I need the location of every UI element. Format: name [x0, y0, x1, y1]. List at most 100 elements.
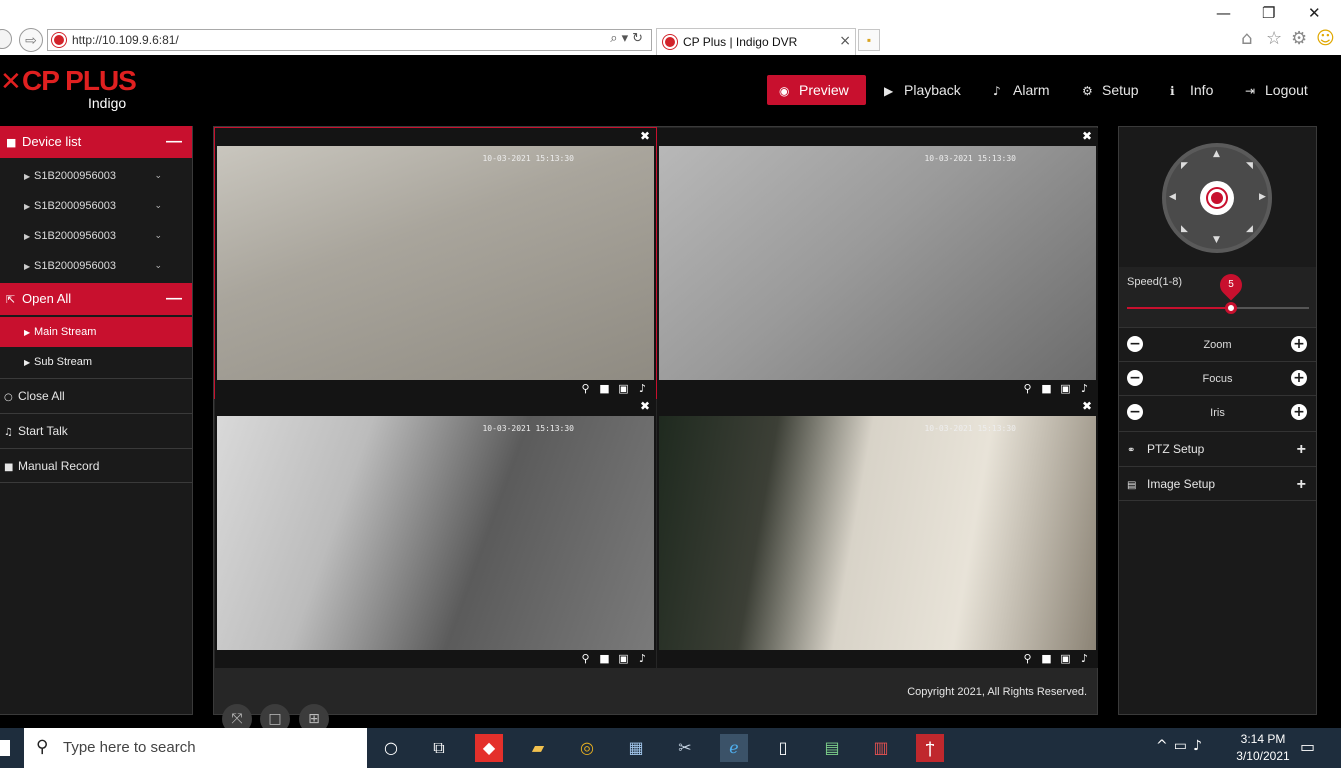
new-tab-button[interactable]: ▪	[858, 29, 880, 51]
anydesk-icon[interactable]: ◆	[475, 734, 503, 762]
start-talk-button[interactable]: ♫ Start Talk	[0, 413, 192, 448]
nav-playback[interactable]: ▶ Playback	[872, 75, 973, 105]
device-item[interactable]: ▶ S1B2000956003 ⌄	[0, 191, 192, 221]
device-item[interactable]: ▶ S1B2000956003 ⌄	[0, 161, 192, 191]
iris-minus-button[interactable]: −	[1127, 404, 1143, 420]
nav-info[interactable]: ℹ Info	[1158, 75, 1225, 105]
snapshot-icon[interactable]: ▣	[1056, 650, 1075, 668]
video-cell[interactable]: ✖ 10-03-2021 15:13:30 ⚲ ■ ▣ ♪	[215, 398, 656, 668]
collapse-icon[interactable]: —	[166, 283, 182, 315]
speed-slider-handle[interactable]	[1225, 302, 1237, 314]
camera-feed[interactable]: 10-03-2021 15:13:30	[659, 416, 1096, 650]
device-item[interactable]: ▶ S1B2000956003 ⌄	[0, 221, 192, 251]
iris-plus-button[interactable]: +	[1291, 404, 1307, 420]
video-cell[interactable]: ✖ 10-03-2021 15:13:30 ⚲ ■ ▣ ♪	[657, 128, 1098, 398]
tally-app-icon[interactable]: ϯ	[916, 734, 944, 762]
forward-button[interactable]: ⇨	[19, 28, 43, 52]
speed-slider[interactable]: 5	[1127, 269, 1309, 314]
close-all-button[interactable]: ○ Close All	[0, 378, 192, 413]
zoom-icon[interactable]: ⚲	[1018, 380, 1037, 398]
ptz-center-button[interactable]	[1200, 181, 1234, 215]
home-icon[interactable]: ⌂	[1241, 28, 1252, 49]
system-tray-icons[interactable]: ^▭♪	[1156, 738, 1208, 754]
camera-feed[interactable]: 10-03-2021 15:13:30	[217, 146, 654, 380]
close-video-icon[interactable]: ✖	[640, 129, 650, 143]
pan-down-icon[interactable]: ▼	[1213, 235, 1220, 245]
clock-date[interactable]: 3/10/2021	[1228, 749, 1298, 763]
close-window-button[interactable]: ✕	[1308, 4, 1321, 22]
close-video-icon[interactable]: ✖	[1082, 399, 1092, 413]
video-cell[interactable]: ✖ 10-03-2021 15:13:30 ⚲ ■ ▣ ♪	[657, 398, 1098, 668]
internet-explorer-icon[interactable]: ℯ	[720, 734, 748, 762]
chevron-down-icon[interactable]: ⌄	[154, 251, 162, 281]
record-icon[interactable]: ■	[595, 380, 614, 398]
pan-up-icon[interactable]: ▲	[1213, 149, 1220, 159]
pan-up-right-icon[interactable]: ◥	[1246, 161, 1253, 171]
cortana-icon[interactable]: ○	[377, 734, 405, 762]
audio-icon[interactable]: ♪	[1075, 380, 1094, 398]
close-video-icon[interactable]: ✖	[1082, 129, 1092, 143]
ptz-direction-dial[interactable]: ▲ ▼ ◀ ▶ ◤ ◥ ◣ ◢	[1162, 143, 1272, 253]
image-setup-section[interactable]: ▤ Image Setup +	[1119, 466, 1316, 501]
zoom-icon[interactable]: ⚲	[576, 650, 595, 668]
restore-button[interactable]: ❐	[1262, 4, 1275, 22]
smiley-feedback-icon[interactable]: ☺	[1316, 28, 1335, 49]
zoom-icon[interactable]: ⚲	[1018, 650, 1037, 668]
file-explorer-icon[interactable]: ▰	[524, 734, 552, 762]
close-video-icon[interactable]: ✖	[640, 399, 650, 413]
notifications-icon[interactable]: ▭	[1300, 737, 1315, 756]
audio-icon[interactable]: ♪	[1075, 650, 1094, 668]
manual-record-button[interactable]: ■ Manual Record	[0, 448, 192, 483]
task-view-icon[interactable]: ⧉	[425, 734, 453, 762]
record-icon[interactable]: ■	[1037, 380, 1056, 398]
tab-close-icon[interactable]: ×	[839, 33, 851, 49]
pan-down-right-icon[interactable]: ◢	[1246, 224, 1253, 234]
chevron-down-icon[interactable]: ⌄	[154, 221, 162, 251]
zoom-in-button[interactable]: +	[1291, 336, 1307, 352]
address-bar[interactable]: http://10.109.9.6:81/ ⌕▾↻	[47, 29, 652, 51]
search-refresh-icon[interactable]: ⌕▾↻	[610, 31, 647, 46]
back-button[interactable]	[0, 29, 12, 49]
focus-minus-button[interactable]: −	[1127, 370, 1143, 386]
zoom-out-button[interactable]: −	[1127, 336, 1143, 352]
nav-alarm[interactable]: ♪ Alarm	[981, 75, 1062, 105]
spreadsheet-icon[interactable]: ▤	[818, 734, 846, 762]
expand-icon[interactable]: +	[1297, 432, 1306, 467]
browser-tab[interactable]: CP Plus | Indigo DVR ×	[656, 28, 856, 55]
snipping-tool-icon[interactable]: ✂	[671, 734, 699, 762]
notepad-icon[interactable]: ▯	[769, 734, 797, 762]
settings-gear-icon[interactable]: ⚙	[1291, 28, 1307, 49]
main-stream-item[interactable]: ▶ Main Stream	[0, 317, 192, 347]
network-app-icon[interactable]: ▦	[622, 734, 650, 762]
snapshot-icon[interactable]: ▣	[1056, 380, 1075, 398]
pan-down-left-icon[interactable]: ◣	[1181, 224, 1188, 234]
start-button[interactable]	[0, 740, 10, 756]
zoom-icon[interactable]: ⚲	[576, 380, 595, 398]
device-item[interactable]: ▶ S1B2000956003 ⌄	[0, 251, 192, 281]
archive-icon[interactable]: ▥	[867, 734, 895, 762]
ptz-setup-section[interactable]: ⚭ PTZ Setup +	[1119, 431, 1316, 466]
record-icon[interactable]: ■	[1037, 650, 1056, 668]
device-list-header[interactable]: ■ Device list —	[0, 126, 192, 158]
open-all-header[interactable]: ⇱ Open All —	[0, 283, 192, 315]
pan-up-left-icon[interactable]: ◤	[1181, 161, 1188, 171]
focus-plus-button[interactable]: +	[1291, 370, 1307, 386]
nav-logout[interactable]: ⇥ Logout	[1233, 75, 1320, 105]
sub-stream-item[interactable]: ▶ Sub Stream	[0, 347, 192, 377]
record-icon[interactable]: ■	[595, 650, 614, 668]
pan-left-icon[interactable]: ◀	[1169, 192, 1176, 202]
snapshot-icon[interactable]: ▣	[614, 380, 633, 398]
nav-preview[interactable]: ◉ Preview	[767, 75, 866, 105]
taskbar-search[interactable]: ⚲ Type here to search	[24, 728, 367, 768]
chevron-down-icon[interactable]: ⌄	[154, 161, 162, 191]
expand-icon[interactable]: +	[1297, 467, 1306, 502]
minimize-button[interactable]: —	[1216, 4, 1231, 22]
pan-right-icon[interactable]: ▶	[1259, 192, 1266, 202]
clock-time[interactable]: 3:14 PM	[1235, 732, 1291, 746]
snapshot-icon[interactable]: ▣	[614, 650, 633, 668]
address-url[interactable]: http://10.109.9.6:81/	[72, 33, 179, 47]
collapse-icon[interactable]: —	[166, 126, 182, 158]
chrome-icon[interactable]: ◎	[573, 734, 601, 762]
audio-icon[interactable]: ♪	[633, 650, 652, 668]
camera-feed[interactable]: 10-03-2021 15:13:30	[659, 146, 1096, 380]
